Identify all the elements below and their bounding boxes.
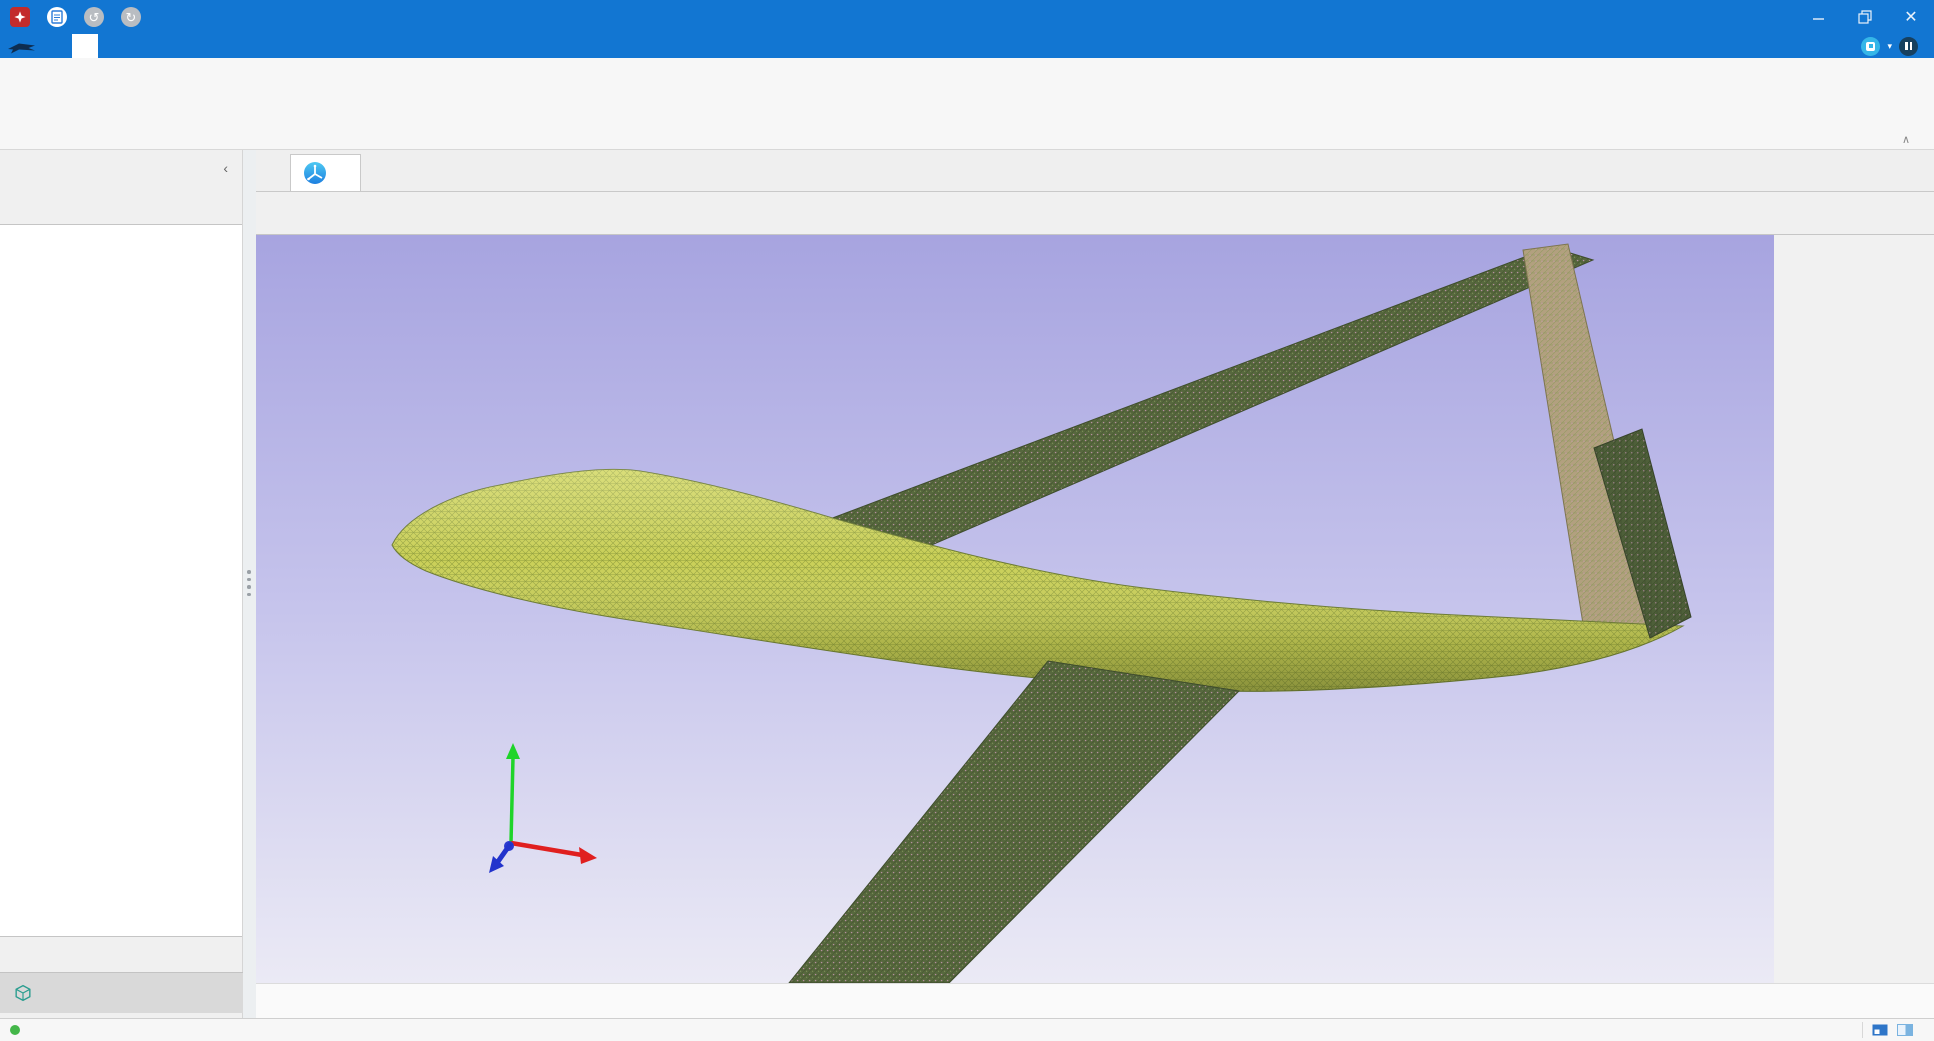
ribbon: ∧ (0, 58, 1934, 150)
viewport-3d[interactable] (256, 235, 1774, 983)
window-layout-icon[interactable] (1872, 1023, 1888, 1037)
window-split-icon[interactable] (1897, 1023, 1913, 1037)
panel-splitter[interactable] (243, 150, 256, 1018)
message-bar (256, 983, 1934, 1018)
project-tree (0, 224, 242, 937)
project-panel-header: ‹ (0, 150, 242, 186)
window-controls: ✕ (1796, 0, 1934, 34)
menu-item-6[interactable] (202, 34, 228, 58)
menu-item-1[interactable] (72, 34, 98, 58)
theme-button-icon[interactable] (1861, 37, 1880, 56)
status-ready-dot (10, 1025, 20, 1035)
axes-3d-icon (304, 162, 326, 184)
close-icon[interactable]: ✕ (1888, 0, 1934, 34)
ribbon-collapse-icon[interactable]: ∧ (1902, 133, 1910, 146)
menu-items (46, 34, 228, 58)
menu-item-4[interactable] (150, 34, 176, 58)
app-logo-icon (10, 7, 30, 27)
menu-item-0[interactable] (46, 34, 72, 58)
panel-collapse-icon[interactable]: ‹ (223, 160, 228, 176)
menu-item-5[interactable] (176, 34, 202, 58)
theme-caret-icon[interactable]: ▾ (1887, 41, 1892, 52)
statusbar (0, 1018, 1934, 1041)
save-icon[interactable] (47, 7, 67, 27)
undo-icon[interactable]: ↺ (84, 7, 104, 27)
menubar-right-buttons: ▾ (1861, 37, 1934, 56)
quick-access-toolbar: ↺ ↻ (0, 7, 180, 27)
menu-item-2[interactable] (98, 34, 124, 58)
viewport-toolbar (256, 192, 1934, 235)
aircraft-mesh-scene (256, 235, 1774, 983)
document-area (256, 150, 1934, 1018)
menubar: ▾ (0, 34, 1934, 58)
project-panel: ‹ (0, 150, 243, 1018)
project-panel-tab-button[interactable] (0, 972, 243, 1013)
redo-icon[interactable]: ↻ (121, 7, 141, 27)
statusbar-separator (1862, 1022, 1863, 1038)
tab-3d-display[interactable] (290, 154, 361, 191)
layout-button-icon[interactable] (1899, 37, 1918, 56)
ribbon-groups (0, 58, 1934, 149)
app-jet-logo (0, 37, 46, 55)
cube-icon (13, 983, 33, 1003)
statusbar-right (1862, 1022, 1934, 1038)
restore-icon[interactable] (1842, 0, 1888, 34)
splitter-handle[interactable] (247, 570, 251, 596)
tabbar (256, 150, 1934, 192)
minimize-icon[interactable] (1796, 0, 1842, 34)
titlebar: ↺ ↻ ✕ (0, 0, 1934, 34)
menu-item-3[interactable] (124, 34, 150, 58)
project-panel-toolbar (0, 186, 242, 222)
